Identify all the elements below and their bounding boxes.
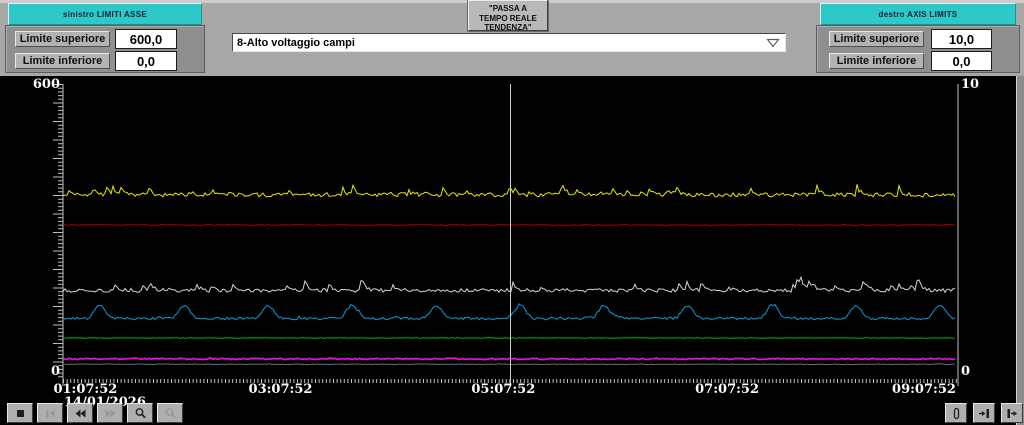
right-axis-max-label: 10	[961, 77, 979, 92]
stop-button[interactable]	[7, 403, 33, 423]
switch-to-realtime-trend-button[interactable]: "PASSA A TEMPO REALE TENDENZA"	[468, 0, 548, 31]
left-axis-limits-panel: Limite superiore 600,0 Limite inferiore …	[5, 25, 205, 73]
x-tick-label: 05:07:52	[471, 382, 535, 397]
skip-to-start-icon	[44, 407, 57, 420]
zoom-in-icon	[134, 407, 147, 420]
left-axis-max-label: 600	[30, 77, 60, 92]
rewind-button[interactable]	[67, 403, 93, 423]
realtime-button-line1: "PASSA A	[469, 4, 547, 14]
left-upper-limit-value[interactable]: 600,0	[115, 29, 177, 49]
realtime-button-line3: TENDENZA"	[469, 23, 547, 33]
bar-with-arrow-icon	[1006, 407, 1019, 420]
pen-magenta	[63, 358, 955, 360]
fast-forward-button[interactable]	[97, 403, 123, 423]
pen-cyan	[63, 304, 955, 320]
cursor-bar-icon	[950, 407, 963, 420]
left-lower-limit-button[interactable]: Limite inferiore	[15, 53, 110, 69]
left-axis-limits-header: sinistro LIMITI ASSE	[8, 3, 202, 25]
zoom-in-button[interactable]	[127, 403, 153, 423]
left-lower-limit-value[interactable]: 0,0	[115, 51, 177, 71]
realtime-button-line2: TEMPO REALE	[469, 14, 547, 24]
pen-darkgray	[63, 364, 955, 365]
right-axis-limits-panel: Limite superiore 10,0 Limite inferiore 0…	[816, 25, 1020, 73]
x-tick-label: 07:07:52	[695, 382, 759, 397]
pen-white	[63, 277, 955, 292]
arrow-into-bar-icon	[978, 407, 991, 420]
x-tick-label: 03:07:52	[249, 382, 313, 397]
right-axis-min-label: 0	[961, 364, 970, 379]
right-upper-limit-button[interactable]: Limite superiore	[829, 31, 924, 47]
pen-red	[63, 225, 955, 226]
window-right-edge	[1016, 76, 1024, 425]
right-upper-limit-value[interactable]: 10,0	[931, 29, 992, 49]
chevron-down-icon[interactable]	[766, 38, 780, 48]
skip-to-start-button[interactable]	[37, 403, 63, 423]
left-axis-min-label: 0	[30, 364, 60, 379]
pen-group-dropdown[interactable]: 8-Alto voltaggio campi	[232, 33, 786, 52]
pen-group-selected-value: 8-Alto voltaggio campi	[237, 37, 355, 49]
zoom-out-icon	[164, 407, 177, 420]
cursor-step-right-button[interactable]	[1001, 403, 1023, 423]
trend-application-window: sinistro LIMITI ASSE Limite superiore 60…	[0, 0, 1024, 425]
fast-forward-icon	[104, 407, 117, 420]
stop-icon	[14, 407, 27, 420]
trend-plot[interactable]	[0, 76, 1016, 425]
right-lower-limit-button[interactable]: Limite inferiore	[829, 53, 924, 69]
x-tick-label: 09:07:52	[892, 382, 956, 397]
pen-yellow	[63, 184, 955, 197]
right-lower-limit-value[interactable]: 0,0	[931, 51, 992, 71]
right-axis-limits-header: destro AXIS LIMITS	[820, 3, 1016, 25]
rewind-icon	[74, 407, 87, 420]
zoom-out-button[interactable]	[157, 403, 183, 423]
cursor-step-left-button[interactable]	[973, 403, 995, 423]
left-upper-limit-button[interactable]: Limite superiore	[15, 31, 110, 47]
pen-green	[63, 337, 955, 338]
trend-cursor-button[interactable]	[945, 403, 967, 423]
trend-chart-panel: 600 0 10 0 01:07:5203:07:5205:07:5207:07…	[0, 76, 1016, 425]
